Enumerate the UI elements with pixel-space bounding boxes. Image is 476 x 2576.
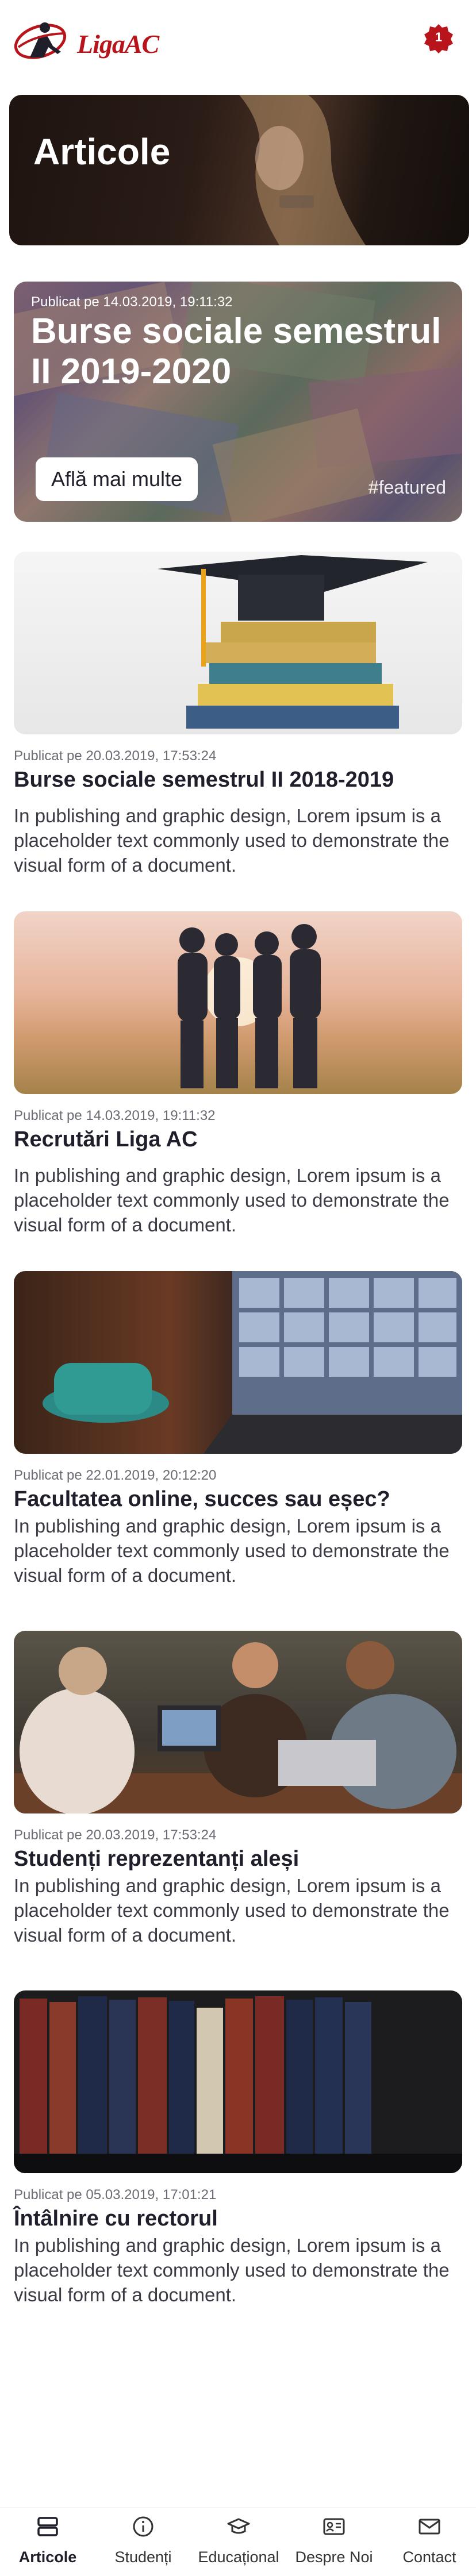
article-image[interactable] [14,1631,462,1813]
article-description: In publishing and graphic design, Lorem … [14,1875,450,1946]
article-date: Publicat pe 20.03.2019, 17:53:24 [14,1827,217,1843]
nav-item-despre-noi[interactable]: Despre Noi [286,2508,382,2576]
notification-button[interactable]: 1 [423,23,454,54]
old-books-photo [14,1996,462,2173]
article-image[interactable] [14,1271,462,1454]
nav-label: Despre Noi [295,2548,373,2566]
article-date: Publicat pe 20.03.2019, 17:53:24 [14,748,217,764]
graduation-cap-icon [227,2518,250,2534]
article-description: In publishing and graphic design, Lorem … [14,1165,450,1235]
article-date: Publicat pe 05.03.2019, 17:01:21 [14,2187,217,2203]
featured-tag: #featured [368,477,446,498]
bottom-navigation: Articole Studenți Educațional Despre Noi [0,2508,476,2576]
laptop-video-call-photo [43,1271,462,1454]
students-laptop-photo [14,1641,462,1813]
featured-article-card[interactable]: Publicat pe 14.03.2019, 19:11:32 Burse s… [14,282,462,522]
id-card-icon [323,2518,345,2535]
info-icon [133,2516,153,2537]
article-title[interactable]: Întâlnire cu rectorul [14,2207,218,2231]
article-date: Publicat pe 22.01.2019, 20:12:20 [14,1468,217,1483]
article-description: In publishing and graphic design, Lorem … [14,2235,450,2305]
article-date: Publicat pe 14.03.2019, 19:11:32 [14,1108,216,1123]
article-title[interactable]: Studenți reprezentanți aleși [14,1847,299,1872]
article-image[interactable] [14,552,462,734]
nav-label: Studenți [114,2548,172,2566]
logo-mark-icon [14,22,67,59]
group-friends-photo [178,924,321,1088]
featured-title: Burse sociale semestrul II 2019-2020 [31,311,442,391]
nav-item-contact[interactable]: Contact [382,2508,476,2576]
article-title[interactable]: Facultatea online, succes sau eșec? [14,1487,390,1512]
articles-icon [37,2517,58,2536]
logo-text: LigaAC [77,29,159,59]
article-description: In publishing and graphic design, Lorem … [14,805,450,876]
article-title[interactable]: Burse sociale semestrul II 2018-2019 [14,768,394,792]
nav-item-studenti[interactable]: Studenți [95,2508,191,2576]
article-image[interactable] [14,911,462,1094]
nav-label: Articole [18,2548,77,2566]
featured-date: Publicat pe 14.03.2019, 19:11:32 [31,294,233,310]
logo[interactable]: LigaAC [13,17,168,63]
learn-more-button[interactable]: Află mai multe [36,457,198,501]
nav-label: Educațional [198,2548,279,2566]
nav-label: Contact [402,2548,456,2566]
notification-count: 1 [435,30,443,44]
article-image[interactable] [14,1990,462,2173]
mail-icon [419,2519,440,2535]
page-hero: Articole [9,95,469,245]
books-graduation-cap-photo [158,555,428,729]
page-title: Articole [33,131,171,172]
article-title[interactable]: Recrutări Liga AC [14,1127,198,1152]
nav-item-articole[interactable]: Articole [0,2508,95,2576]
app-header: LigaAC 1 [0,0,476,80]
article-description: In publishing and graphic design, Lorem … [14,1515,450,1586]
nav-item-educational[interactable]: Educațional [191,2508,286,2576]
